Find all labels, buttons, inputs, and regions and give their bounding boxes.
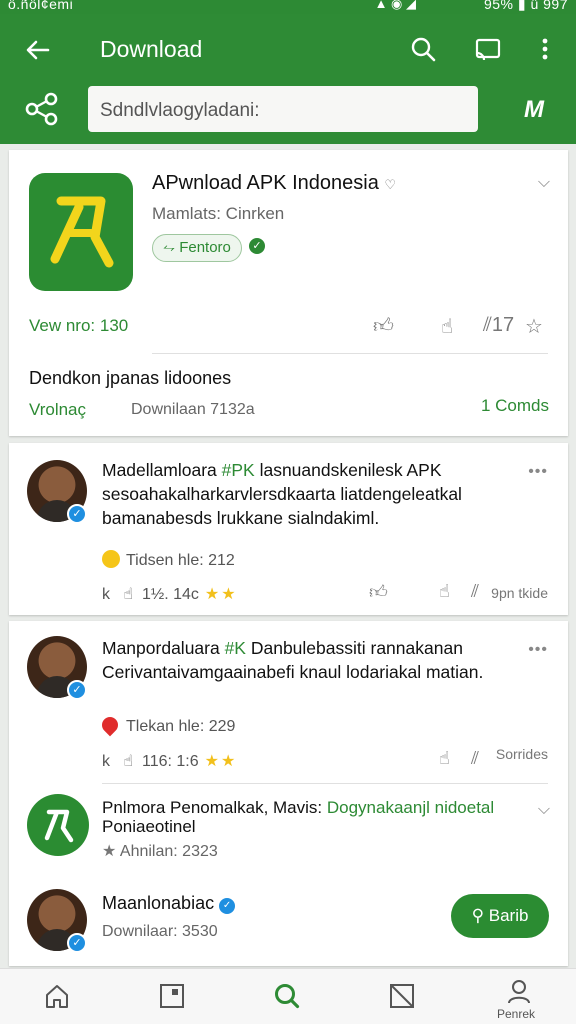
post-meta: k ☝ 1½. 14c ★★ <box>102 586 238 603</box>
nav-label-profile[interactable]: Penrek <box>497 1007 535 1021</box>
emoji-icon <box>102 550 120 568</box>
cast-icon[interactable] <box>473 34 503 64</box>
share-small-icon[interactable]: ⫽ <box>471 748 479 769</box>
divider <box>102 783 548 784</box>
recommended-app-logo-icon[interactable] <box>27 794 89 856</box>
home-icon[interactable] <box>42 981 72 1011</box>
verified-icon: ✓ <box>249 238 265 254</box>
post-meta: k ☝ 116: 1:6 ★★ <box>102 753 238 770</box>
back-arrow-icon[interactable] <box>22 34 54 66</box>
chevron-down-icon[interactable]: ⌵ <box>538 801 550 819</box>
post-side-label: 9pn tkide <box>491 585 548 601</box>
comments-link[interactable]: 1 Comds <box>481 396 549 416</box>
divider <box>152 353 548 354</box>
recommended-subtitle: ★ Ahnilan: 2323 <box>102 843 218 860</box>
verified-badge-icon: ✓ <box>67 504 87 524</box>
rating-stars: ★★ <box>204 753 238 770</box>
status-bar: ö.ñöl¢emi ▲ ◉ ◢ 95% ▮ ü 997 <box>0 0 576 14</box>
more-vert-icon[interactable] <box>530 34 560 64</box>
app-logo-icon <box>29 173 133 291</box>
post-side-label: Sorrides <box>495 746 548 762</box>
thumb-like-outline-icon[interactable]: 👍︎ <box>373 314 394 338</box>
more-options-icon[interactable]: ••• <box>528 641 548 659</box>
more-options-icon[interactable]: ••• <box>528 463 548 481</box>
rating-stars: ★★ <box>204 586 238 603</box>
category-tag[interactable]: ⥊ Fentoro <box>152 234 242 262</box>
follow-button[interactable]: ⚲ Barib <box>451 894 549 938</box>
sprout-icon: ⥊ <box>163 239 176 256</box>
chevron-down-icon[interactable]: ⌵ <box>538 174 550 192</box>
download-count: Downilaan 7132a <box>131 401 255 418</box>
status-icons: ▲ ◉ ◢ <box>374 0 416 11</box>
verified-badge-icon: ✓ <box>67 680 87 700</box>
post-card[interactable]: ✓ Madellamloara #PK lasnuandskenilesk AP… <box>9 443 568 615</box>
star-outline-icon[interactable]: ☆ <box>525 314 543 339</box>
post-text: Madellamloara #PK lasnuandskenilesk APK … <box>102 460 462 528</box>
app-description: Dendkon jpanas lidoones <box>29 368 232 388</box>
library-icon[interactable] <box>157 981 187 1011</box>
feed-card: ✓ Manpordaluara #K Danbulebassiti rannak… <box>9 621 568 966</box>
heart-icon[interactable]: ♡ <box>384 177 396 192</box>
status-battery: 95% ▮ ü 997 <box>483 0 568 12</box>
thumbs-up-icon[interactable]: ☝ <box>441 314 453 339</box>
profile-subtitle: Downilaar: 3530 <box>102 923 218 940</box>
star-icon: ★ <box>102 843 117 860</box>
search-input[interactable]: Sdndlvlaogyladani: <box>88 86 478 132</box>
thumbs-up-icon[interactable]: ☝ <box>439 581 450 602</box>
reaction-summary: Tidsen hle: 212 <box>102 550 235 570</box>
explore-icon[interactable] <box>387 981 417 1011</box>
search-nav-icon[interactable] <box>272 981 302 1011</box>
thumbs-up-icon[interactable]: ☝ <box>123 586 133 603</box>
verified-badge-icon: ✓ <box>67 933 87 953</box>
recommended-title[interactable]: Pnlmora Penomalkak, Mavis: Dogynakaanjl … <box>102 798 522 836</box>
page-title: Download <box>100 36 203 62</box>
app-title: APwnload APK Indonesia ♡ <box>152 172 397 194</box>
status-carrier: ö.ñöl¢emi <box>8 0 74 12</box>
thumb-like-outline-icon[interactable]: 👍︎ <box>369 581 388 603</box>
metric-count: ⫽17 <box>483 314 515 336</box>
thumbs-up-icon[interactable]: ☝ <box>439 748 450 769</box>
search-icon[interactable] <box>408 34 438 64</box>
app-bar: Download Sdndlvlaogyladani: M <box>0 14 576 144</box>
reaction-summary: Tlekan hle: 229 <box>98 713 235 737</box>
download-label[interactable]: Vrolnaç <box>29 400 86 420</box>
views-count: Vew nro: 130 <box>29 316 129 335</box>
app-subtitle: Mamlats: Cinrken <box>152 204 285 223</box>
follow-icon: ⚲ <box>471 906 485 925</box>
location-pin-icon <box>98 713 122 737</box>
thumbs-up-icon[interactable]: ☝ <box>123 753 133 770</box>
featured-app-card[interactable]: APwnload APK Indonesia ♡ ⌵ Mamlats: Cinr… <box>9 150 568 436</box>
menu-m-icon[interactable]: M <box>524 96 544 124</box>
profile-icon[interactable] <box>504 977 534 1007</box>
share-icon[interactable] <box>24 92 60 126</box>
bottom-nav: Penrek <box>0 968 576 1024</box>
post-text: Manpordaluara #K Danbulebassiti rannakan… <box>102 638 484 682</box>
share-small-icon[interactable]: ⫽ <box>471 581 479 602</box>
verified-icon: ✓ <box>219 898 236 914</box>
profile-name[interactable]: Maanlonabiac ✓ <box>102 893 236 914</box>
